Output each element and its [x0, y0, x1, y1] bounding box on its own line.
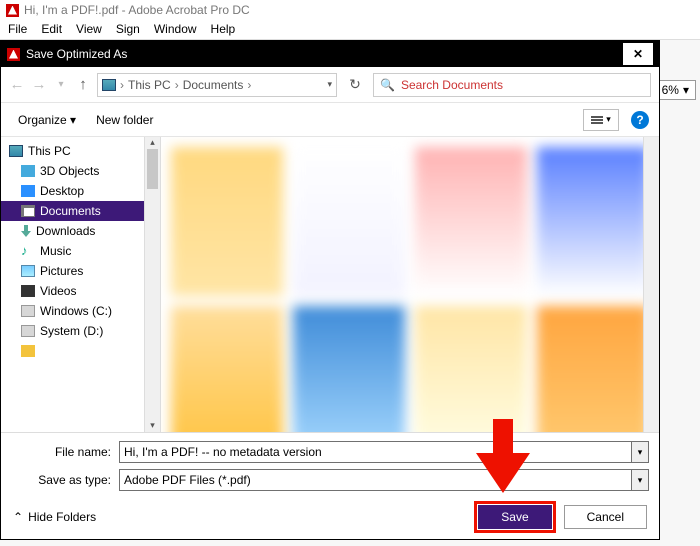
chevron-up-icon: ⌃: [13, 510, 23, 524]
tree-documents[interactable]: Documents: [1, 201, 160, 221]
list-view-icon: [591, 116, 603, 118]
save-type-value: Adobe PDF Files (*.pdf): [119, 469, 631, 491]
new-folder-button[interactable]: New folder: [89, 110, 160, 130]
tree-drive-d[interactable]: System (D:): [1, 321, 160, 341]
chevron-down-icon: ▾: [606, 114, 611, 125]
tree-3d-objects[interactable]: 3D Objects: [1, 161, 160, 181]
zoom-value: 6%: [662, 83, 679, 97]
chevron-right-icon: ›: [175, 78, 179, 92]
drive-icon: [21, 305, 35, 317]
objects-3d-icon: [21, 165, 35, 177]
save-button[interactable]: Save: [478, 505, 551, 529]
videos-icon: [21, 285, 35, 297]
file-name-input[interactable]: [119, 441, 631, 463]
scroll-up-icon[interactable]: ▴: [145, 137, 160, 149]
tree-pictures[interactable]: Pictures: [1, 261, 160, 281]
pictures-icon: [21, 265, 35, 277]
chevron-right-icon: ›: [247, 78, 251, 92]
scroll-down-icon[interactable]: ▾: [145, 420, 160, 432]
acrobat-icon: [6, 4, 19, 17]
desktop-icon: [21, 185, 35, 197]
breadcrumb-root[interactable]: This PC: [128, 78, 171, 92]
downloads-icon: [21, 225, 31, 237]
refresh-button[interactable]: ↻: [343, 76, 367, 93]
recent-dropdown[interactable]: ▾: [53, 79, 69, 90]
file-name-combo: ▾: [119, 441, 649, 463]
save-type-combo[interactable]: Adobe PDF Files (*.pdf) ▾: [119, 469, 649, 491]
close-icon: ✕: [633, 47, 643, 61]
menu-file[interactable]: File: [8, 22, 27, 37]
toolbar: Organize ▾ New folder ▾ ?: [1, 103, 659, 137]
drive-icon: [21, 325, 35, 337]
chevron-down-icon: ▾: [683, 83, 689, 97]
save-type-label: Save as type:: [11, 473, 111, 487]
tree-scrollbar[interactable]: ▴ ▾: [144, 137, 160, 432]
breadcrumb-folder[interactable]: Documents: [183, 78, 244, 92]
hide-folders-toggle[interactable]: ⌃ Hide Folders: [13, 510, 96, 524]
up-button[interactable]: ↑: [75, 76, 91, 93]
chevron-right-icon: ›: [120, 78, 124, 92]
file-name-label: File name:: [11, 445, 111, 459]
save-fields: File name: ▾ Save as type: Adobe PDF Fil…: [1, 432, 659, 495]
tree-desktop[interactable]: Desktop: [1, 181, 160, 201]
search-placeholder: Search Documents: [401, 78, 503, 92]
music-icon: ♪: [21, 245, 35, 257]
app-titlebar: Hi, I'm a PDF!.pdf - Adobe Acrobat Pro D…: [0, 0, 700, 20]
search-icon: 🔍: [380, 78, 395, 92]
tree-drive-c[interactable]: Windows (C:): [1, 301, 160, 321]
libraries-icon: [21, 345, 35, 357]
file-list[interactable]: [161, 137, 659, 432]
app-title-text: Hi, I'm a PDF!.pdf - Adobe Acrobat Pro D…: [24, 3, 250, 17]
content-scrollbar[interactable]: [643, 137, 659, 432]
forward-button[interactable]: →: [31, 76, 47, 93]
menu-edit[interactable]: Edit: [41, 22, 62, 37]
tree-libraries[interactable]: [1, 341, 160, 361]
menu-bar: File Edit View Sign Window Help: [0, 20, 700, 40]
pc-icon: [102, 79, 116, 91]
acrobat-icon: [7, 48, 20, 61]
close-button[interactable]: ✕: [623, 43, 653, 65]
documents-icon: [21, 205, 35, 217]
zoom-dropdown[interactable]: 6% ▾: [655, 80, 696, 100]
help-button[interactable]: ?: [631, 111, 649, 129]
thumbnails-blurred: [161, 137, 659, 432]
view-mode-dropdown[interactable]: ▾: [583, 109, 619, 131]
menu-window[interactable]: Window: [154, 22, 197, 37]
tree-music[interactable]: ♪Music: [1, 241, 160, 261]
save-optimized-dialog: Save Optimized As ✕ ← → ▾ ↑ › This PC › …: [0, 40, 660, 540]
scroll-thumb[interactable]: [147, 149, 158, 189]
tree-downloads[interactable]: Downloads: [1, 221, 160, 241]
dialog-body: This PC 3D Objects Desktop Documents Dow…: [1, 137, 659, 432]
dialog-footer: ⌃ Hide Folders Save Cancel: [1, 495, 659, 539]
file-name-dropdown[interactable]: ▾: [631, 441, 649, 463]
cancel-button[interactable]: Cancel: [564, 505, 647, 529]
search-box[interactable]: 🔍 Search Documents: [373, 73, 651, 97]
location-bar: ← → ▾ ↑ › This PC › Documents › ▾ ↻ 🔍 Se…: [1, 67, 659, 103]
chevron-down-icon: ▾: [70, 113, 76, 127]
breadcrumb[interactable]: › This PC › Documents › ▾: [97, 73, 337, 97]
tree-videos[interactable]: Videos: [1, 281, 160, 301]
save-type-dropdown[interactable]: ▾: [631, 469, 649, 491]
workspace: 6% ▾ Save Optimized As ✕ ← → ▾ ↑ › This …: [0, 40, 700, 546]
menu-view[interactable]: View: [76, 22, 102, 37]
menu-help[interactable]: Help: [211, 22, 236, 37]
tree-this-pc[interactable]: This PC: [1, 141, 160, 161]
folder-tree: This PC 3D Objects Desktop Documents Dow…: [1, 137, 161, 432]
dialog-titlebar: Save Optimized As ✕: [1, 41, 659, 67]
dialog-title: Save Optimized As: [26, 47, 127, 61]
pc-icon: [9, 145, 23, 157]
back-button[interactable]: ←: [9, 76, 25, 93]
menu-sign[interactable]: Sign: [116, 22, 140, 37]
organize-button[interactable]: Organize ▾: [11, 110, 83, 130]
annotation-highlight: Save: [474, 501, 555, 533]
chevron-down-icon[interactable]: ▾: [327, 79, 332, 90]
